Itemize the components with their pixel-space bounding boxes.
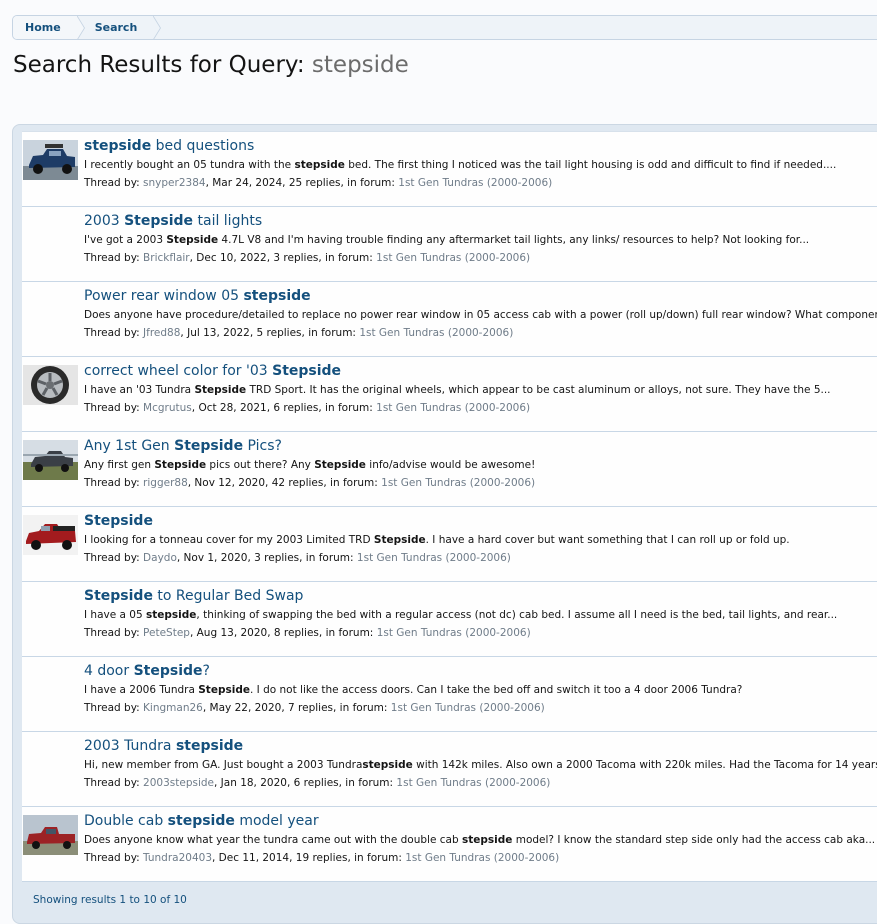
author-link[interactable]: snyper2384 — [143, 177, 206, 189]
result-row: Power rear window 05 stepside Does anyone… — [22, 282, 877, 357]
thread-snippet: Any first gen Stepside pics out there? A… — [84, 459, 536, 471]
search-query: stepside — [311, 52, 409, 78]
thread-snippet: I looking for a tonneau cover for my 200… — [84, 534, 790, 546]
author-link[interactable]: PeteStep — [143, 627, 190, 639]
result-row: correct wheel color for '03 Stepside I ha… — [22, 357, 877, 432]
forum-link[interactable]: 1st Gen Tundras (2000-2006) — [377, 627, 531, 639]
thread-thumbnail[interactable] — [23, 815, 78, 855]
thread-thumbnail[interactable] — [23, 515, 78, 555]
results-count: Showing results 1 to 10 of 10 — [33, 894, 187, 906]
thread-snippet: I have a 2006 Tundra Stepside. I do not … — [84, 684, 743, 696]
thread-meta: Thread by: Tundra20403, Dec 11, 2014, 19… — [84, 852, 560, 864]
forum-link[interactable]: 1st Gen Tundras (2000-2006) — [396, 777, 550, 789]
thread-meta: Thread by: 2003stepside, Jan 18, 2020, 6… — [84, 777, 551, 789]
breadcrumb: Home Search — [12, 15, 877, 40]
result-row: 2003 Tundra stepside Hi, new member from … — [22, 732, 877, 807]
result-row: Stepside I looking for a tonneau cover fo… — [22, 507, 877, 582]
thread-thumbnail[interactable] — [23, 440, 78, 480]
thread-title-link[interactable]: 4 door Stepside? — [84, 663, 210, 679]
author-link[interactable]: Tundra20403 — [143, 852, 212, 864]
author-link[interactable]: Kingman26 — [143, 702, 203, 714]
author-link[interactable]: Daydo — [143, 552, 177, 564]
thread-title-link[interactable]: Double cab stepside model year — [84, 813, 319, 829]
forum-link[interactable]: 1st Gen Tundras (2000-2006) — [381, 477, 535, 489]
result-row: 2003 Stepside tail lights I've got a 2003… — [22, 207, 877, 282]
thread-meta: Thread by: snyper2384, Mar 24, 2024, 25 … — [84, 177, 553, 189]
author-link[interactable]: Jfred88 — [143, 327, 180, 339]
page-title: Search Results for Query: stepside — [13, 52, 409, 78]
thread-meta: Thread by: Jfred88, Jul 13, 2022, 5 repl… — [84, 327, 514, 339]
thread-meta: Thread by: Brickflair, Dec 10, 2022, 3 r… — [84, 252, 531, 264]
thread-title-link[interactable]: stepside bed questions — [84, 138, 254, 154]
thread-meta: Thread by: PeteStep, Aug 13, 2020, 8 rep… — [84, 627, 531, 639]
forum-link[interactable]: 1st Gen Tundras (2000-2006) — [357, 552, 511, 564]
breadcrumb-search[interactable]: Search — [76, 16, 161, 39]
result-row: Stepside to Regular Bed Swap I have a 05 … — [22, 582, 877, 657]
results-list: stepside bed questions I recently bought … — [22, 131, 877, 882]
thread-snippet: I recently bought an 05 tundra with the … — [84, 159, 837, 171]
author-link[interactable]: Brickflair — [143, 252, 190, 264]
thread-title-link[interactable]: Any 1st Gen Stepside Pics? — [84, 438, 282, 454]
thread-snippet: I have an '03 Tundra Stepside TRD Sport.… — [84, 384, 831, 396]
thread-snippet: Hi, new member from GA. Just bought a 20… — [84, 759, 877, 771]
result-row: 4 door Stepside? I have a 2006 Tundra Ste… — [22, 657, 877, 732]
thread-title-link[interactable]: 2003 Tundra stepside — [84, 738, 243, 754]
thread-meta: Thread by: Kingman26, May 22, 2020, 7 re… — [84, 702, 545, 714]
thread-snippet: Does anyone know what year the tundra ca… — [84, 834, 876, 846]
thread-title-link[interactable]: Stepside to Regular Bed Swap — [84, 588, 303, 604]
breadcrumb-home[interactable]: Home — [13, 16, 85, 39]
result-row: Double cab stepside model year Does anyon… — [22, 807, 877, 882]
thread-title-link[interactable]: 2003 Stepside tail lights — [84, 213, 262, 229]
thread-meta: Thread by: Mcgrutus, Oct 28, 2021, 6 rep… — [84, 402, 531, 414]
thread-snippet: Does anyone have procedure/detailed to r… — [84, 309, 877, 321]
author-link[interactable]: rigger88 — [143, 477, 188, 489]
thread-snippet: I have a 05 stepside, thinking of swappi… — [84, 609, 838, 621]
thread-thumbnail[interactable] — [23, 140, 78, 180]
author-link[interactable]: 2003stepside — [143, 777, 214, 789]
thread-title-link[interactable]: Stepside — [84, 513, 153, 529]
thread-meta: Thread by: Daydo, Nov 1, 2020, 3 replies… — [84, 552, 511, 564]
author-link[interactable]: Mcgrutus — [143, 402, 192, 414]
thread-meta: Thread by: rigger88, Nov 12, 2020, 42 re… — [84, 477, 536, 489]
forum-link[interactable]: 1st Gen Tundras (2000-2006) — [405, 852, 559, 864]
thread-thumbnail[interactable] — [23, 365, 78, 405]
thread-title-link[interactable]: Power rear window 05 stepside — [84, 288, 311, 304]
forum-link[interactable]: 1st Gen Tundras (2000-2006) — [376, 252, 530, 264]
forum-link[interactable]: 1st Gen Tundras (2000-2006) — [359, 327, 513, 339]
forum-link[interactable]: 1st Gen Tundras (2000-2006) — [398, 177, 552, 189]
result-row: Any 1st Gen Stepside Pics? Any first gen … — [22, 432, 877, 507]
thread-title-link[interactable]: correct wheel color for '03 Stepside — [84, 363, 341, 379]
forum-link[interactable]: 1st Gen Tundras (2000-2006) — [376, 402, 530, 414]
thread-snippet: I've got a 2003 Stepside 4.7L V8 and I'm… — [84, 234, 810, 246]
page-title-prefix: Search Results for Query: — [13, 52, 305, 78]
forum-link[interactable]: 1st Gen Tundras (2000-2006) — [391, 702, 545, 714]
result-row: stepside bed questions I recently bought … — [22, 132, 877, 207]
